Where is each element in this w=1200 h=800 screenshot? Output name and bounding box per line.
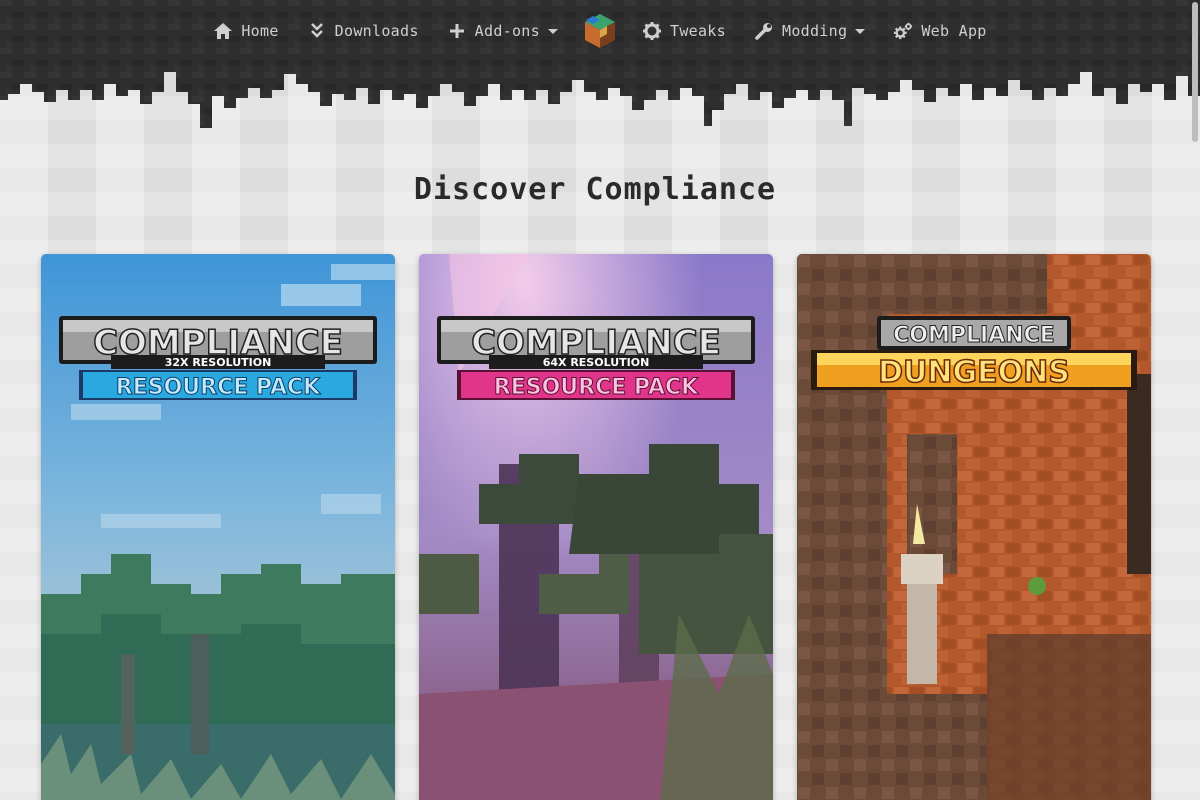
cogs-icon [893,21,913,41]
svg-text:RESOURCE PACK: RESOURCE PACK [494,375,699,400]
card-dungeons-image: COMPLIANCE DUNGEONS [797,254,1151,800]
gear-icon [642,21,662,41]
nav-modding[interactable]: Modding [742,13,877,49]
nav-tweaks-label: Tweaks [669,22,726,40]
nav-home[interactable]: Home [201,13,290,49]
svg-text:32X RESOLUTION: 32X RESOLUTION [165,356,272,369]
compliance-32x-logo: COMPLIANCE 32X RESOLUTION RESOURCE PACK [59,316,377,401]
double-chevron-down-icon [307,21,327,41]
nav-addons[interactable]: Add-ons [435,13,570,49]
svg-text:DUNGEONS: DUNGEONS [878,355,1070,390]
home-icon [213,21,233,41]
svg-text:COMPLIANCE: COMPLIANCE [893,323,1055,348]
card-32x-image: COMPLIANCE 32X RESOLUTION RESOURCE PACK [41,254,395,800]
page-title: Discover Compliance [413,172,777,207]
card-32x-resource-pack[interactable]: COMPLIANCE 32X RESOLUTION RESOURCE PACK [41,254,395,800]
nav-home-label: Home [241,22,279,40]
nav-downloads-label: Downloads [334,22,419,40]
nav-addons-label: Add-ons [474,22,540,40]
character-figure [907,574,937,684]
card-64x-resource-pack[interactable]: COMPLIANCE 64X RESOLUTION RESOURCE PACK [419,254,773,800]
compliance-64x-logo: COMPLIANCE 64X RESOLUTION RESOURCE PACK [437,316,755,401]
nav-modding-label: Modding [781,22,848,40]
card-64x-image: COMPLIANCE 64X RESOLUTION RESOURCE PACK [419,254,773,800]
caret-down-icon [855,26,866,36]
plus-icon [447,21,467,41]
nav-webapp[interactable]: Web App [881,13,998,49]
compliance-logo-icon[interactable] [578,9,622,53]
caret-down-icon [547,26,558,36]
svg-text:RESOURCE PACK: RESOURCE PACK [116,375,321,400]
card-dungeons[interactable]: COMPLIANCE DUNGEONS [797,254,1151,800]
nav-webapp-label: Web App [921,22,987,40]
wrench-icon [754,21,774,41]
main-nav: Home Downloads Add-ons Tweaks Modding We… [0,0,1200,62]
nav-tweaks[interactable]: Tweaks [630,13,738,49]
svg-text:64X RESOLUTION: 64X RESOLUTION [543,356,650,369]
nav-downloads[interactable]: Downloads [295,13,431,49]
